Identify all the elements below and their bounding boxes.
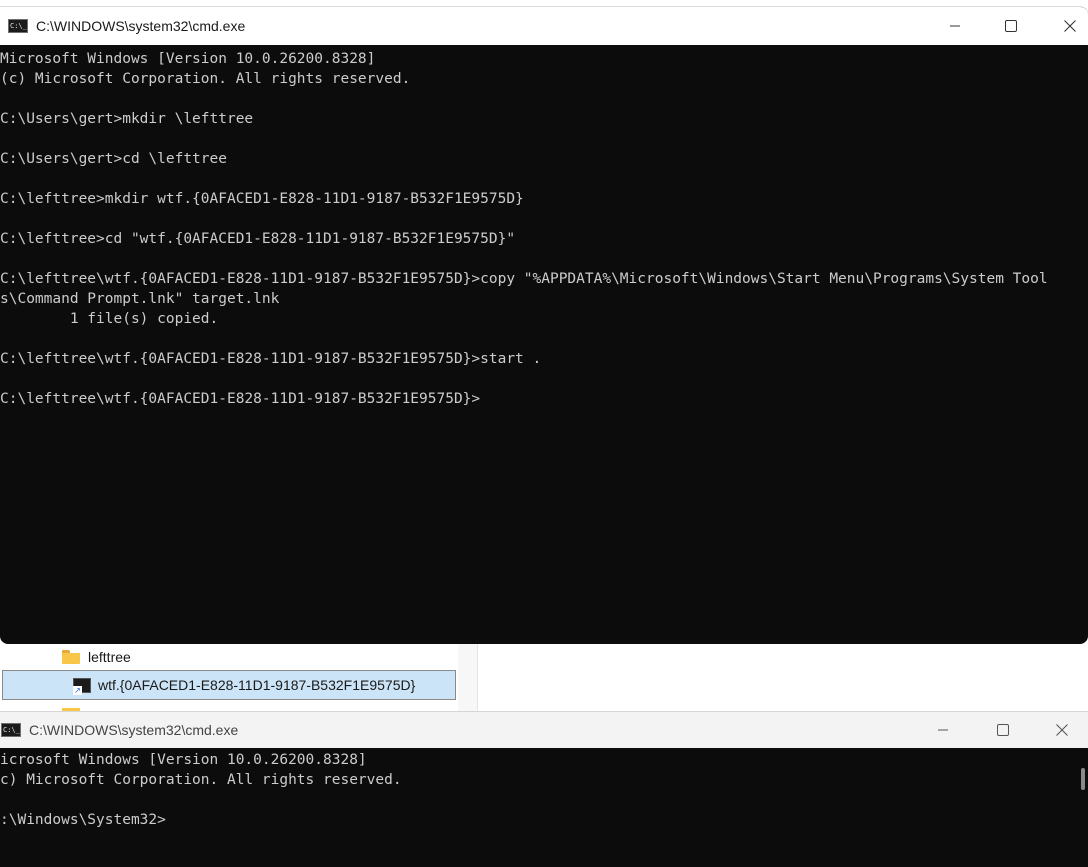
minimize-icon — [950, 25, 960, 27]
console-line: C:\lefttree>mkdir wtf.{0AFACED1-E828-11D… — [0, 191, 524, 207]
maximize-button[interactable] — [988, 7, 1034, 45]
console-line: (c) Microsoft Corporation. All rights re… — [0, 71, 411, 87]
close-button[interactable] — [1047, 7, 1088, 45]
console-line: C:\Users\gert>cd \lefttree — [0, 151, 227, 167]
close-button[interactable] — [1039, 712, 1085, 748]
console-prompt[interactable]: :\Windows\System32> — [0, 810, 1088, 830]
console-line: icrosoft Windows [Version 10.0.26200.832… — [0, 752, 367, 768]
cmd-window-bottom[interactable]: C:\_ C:\WINDOWS\system32\cmd.exe icrosof… — [0, 711, 1088, 867]
console-line: 1 file(s) copied. — [0, 311, 219, 327]
tree-item-wtf-selected[interactable]: wtf.{0AFACED1-E828-11D1-9187-B532F1E9575… — [2, 670, 456, 700]
console-line: C:\lefttree\wtf.{0AFACED1-E828-11D1-9187… — [0, 351, 542, 367]
window-title: C:\WINDOWS\system32\cmd.exe — [29, 722, 239, 738]
console-line: C:\lefttree>cd "wtf.{0AFACED1-E828-11D1-… — [0, 231, 516, 247]
scrollbar-thumb[interactable] — [1081, 768, 1085, 790]
shortcut-icon — [73, 677, 91, 695]
file-explorer: lefttree wtf.{0AFACED1-E828-11D1-9187-B5… — [0, 644, 1088, 711]
maximize-icon — [1005, 20, 1017, 32]
navigation-pane: lefttree wtf.{0AFACED1-E828-11D1-9187-B5… — [0, 644, 458, 711]
console-line: c) Microsoft Corporation. All rights res… — [0, 772, 402, 788]
minimize-button[interactable] — [920, 712, 966, 748]
cmd-window-top[interactable]: C:\_ C:\WINDOWS\system32\cmd.exe Microso… — [0, 6, 1088, 644]
minimize-icon — [938, 729, 948, 731]
title-bar[interactable]: C:\_ C:\WINDOWS\system32\cmd.exe — [0, 7, 1088, 45]
minimize-button[interactable] — [932, 7, 978, 45]
console-prompt[interactable]: C:\lefttree\wtf.{0AFACED1-E828-11D1-9187… — [0, 389, 1088, 409]
title-bar[interactable]: C:\_ C:\WINDOWS\system32\cmd.exe — [0, 712, 1088, 748]
close-icon — [1064, 20, 1076, 32]
console-output[interactable]: Microsoft Windows [Version 10.0.26200.83… — [0, 45, 1088, 644]
tree-item-label: wtf.{0AFACED1-E828-11D1-9187-B532F1E9575… — [98, 677, 416, 693]
tree-item-label: lefttree — [88, 649, 131, 665]
pane-divider[interactable] — [458, 644, 478, 711]
tree-item-lefttree[interactable]: lefttree — [62, 646, 131, 668]
maximize-icon — [997, 724, 1009, 736]
console-line: C:\Users\gert>mkdir \lefttree — [0, 111, 254, 127]
maximize-button[interactable] — [980, 712, 1026, 748]
console-line: Microsoft Windows [Version 10.0.26200.83… — [0, 51, 376, 67]
console-icon: C:\_ — [1, 723, 21, 737]
console-icon: C:\_ — [8, 19, 28, 33]
close-icon — [1056, 724, 1068, 736]
folder-icon — [62, 650, 80, 664]
window-title: C:\WINDOWS\system32\cmd.exe — [36, 18, 246, 34]
console-line: C:\lefttree\wtf.{0AFACED1-E828-11D1-9187… — [0, 271, 1048, 287]
console-output[interactable]: icrosoft Windows [Version 10.0.26200.832… — [0, 748, 1088, 867]
console-line: s\Command Prompt.lnk" target.lnk — [0, 291, 280, 307]
